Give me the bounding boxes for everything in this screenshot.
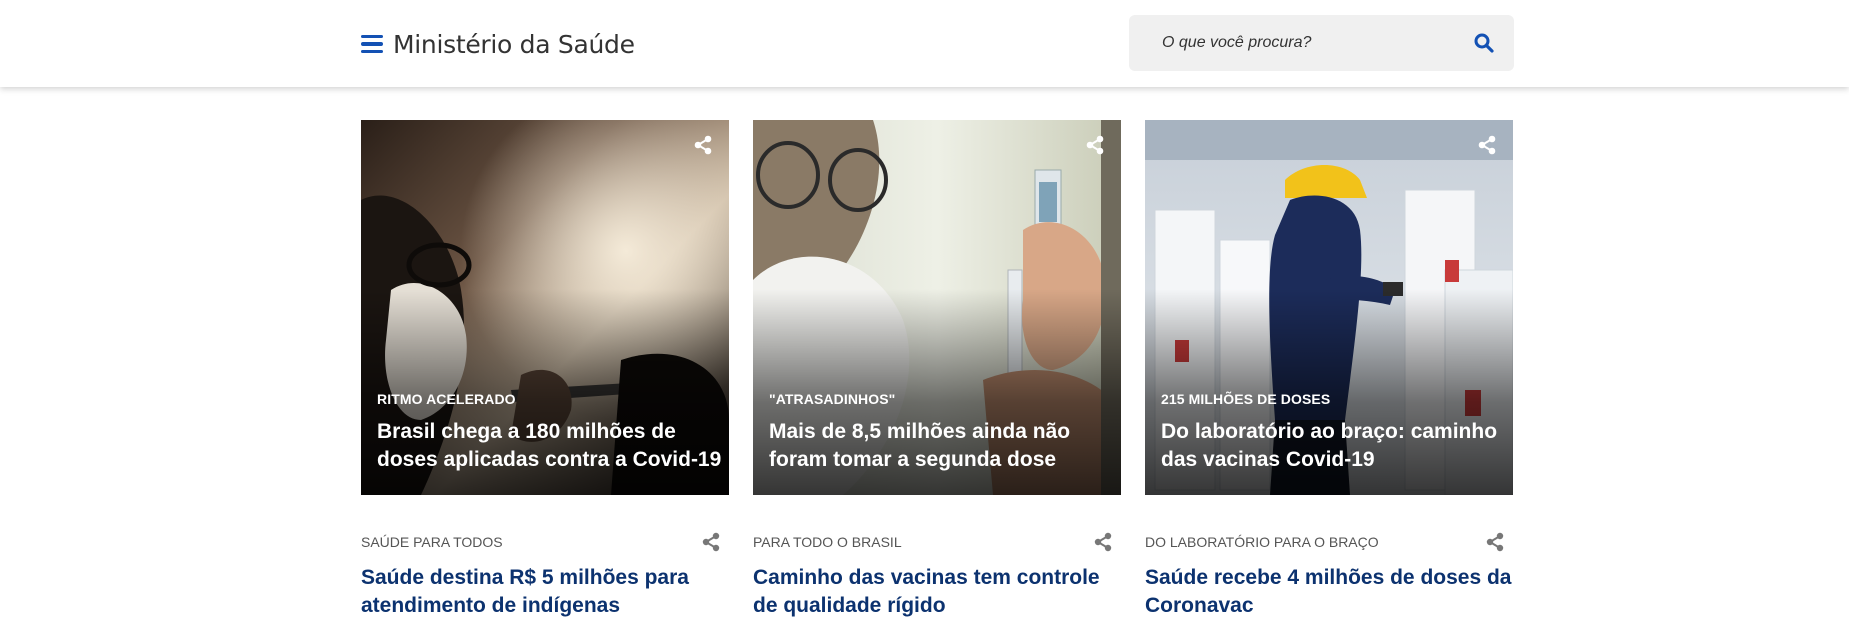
search-button[interactable] xyxy=(1454,15,1514,71)
card-kicker: RITMO ACELERADO xyxy=(377,391,516,407)
search-icon xyxy=(1474,33,1494,53)
share-icon[interactable] xyxy=(1084,134,1106,156)
search-box xyxy=(1129,15,1514,71)
share-icon[interactable] xyxy=(1093,532,1113,552)
card-kicker: "ATRASADINHOS" xyxy=(769,391,896,407)
news-headline-link[interactable]: Saúde destina R$ 5 milhões para atendime… xyxy=(361,564,729,620)
brand: Ministério da Saúde xyxy=(361,26,635,62)
hamburger-menu-icon[interactable] xyxy=(361,35,383,53)
card-headline[interactable]: Do laboratório ao braço: caminho das vac… xyxy=(1161,418,1506,474)
site-header: Ministério da Saúde xyxy=(0,0,1849,87)
site-title[interactable]: Ministério da Saúde xyxy=(393,30,635,59)
news-kicker: SAÚDE PARA TODOS xyxy=(361,534,503,550)
featured-card[interactable]: "ATRASADINHOS" Mais de 8,5 milhões ainda… xyxy=(753,120,1121,495)
share-icon[interactable] xyxy=(1485,532,1505,552)
card-headline[interactable]: Brasil chega a 180 milhões de doses apli… xyxy=(377,418,722,474)
news-kicker: PARA TODO O BRASIL xyxy=(753,534,902,550)
news-headline-link[interactable]: Saúde recebe 4 milhões de doses da Coron… xyxy=(1145,564,1513,620)
news-item: SAÚDE PARA TODOS Saúde destina R$ 5 milh… xyxy=(361,530,729,620)
search-input[interactable] xyxy=(1129,15,1454,71)
news-kicker: DO LABORATÓRIO PARA O BRAÇO xyxy=(1145,534,1379,550)
share-icon[interactable] xyxy=(692,134,714,156)
news-headline-link[interactable]: Caminho das vacinas tem controle de qual… xyxy=(753,564,1121,620)
card-kicker: 215 MILHÕES DE DOSES xyxy=(1161,391,1331,407)
share-icon[interactable] xyxy=(1476,134,1498,156)
news-item: PARA TODO O BRASIL Caminho das vacinas t… xyxy=(753,530,1121,620)
featured-card[interactable]: 215 MILHÕES DE DOSES Do laboratório ao b… xyxy=(1145,120,1513,495)
card-headline[interactable]: Mais de 8,5 milhões ainda não foram toma… xyxy=(769,418,1114,474)
share-icon[interactable] xyxy=(701,532,721,552)
featured-card[interactable]: RITMO ACELERADO Brasil chega a 180 milhõ… xyxy=(361,120,729,495)
news-item: DO LABORATÓRIO PARA O BRAÇO Saúde recebe… xyxy=(1145,530,1513,620)
